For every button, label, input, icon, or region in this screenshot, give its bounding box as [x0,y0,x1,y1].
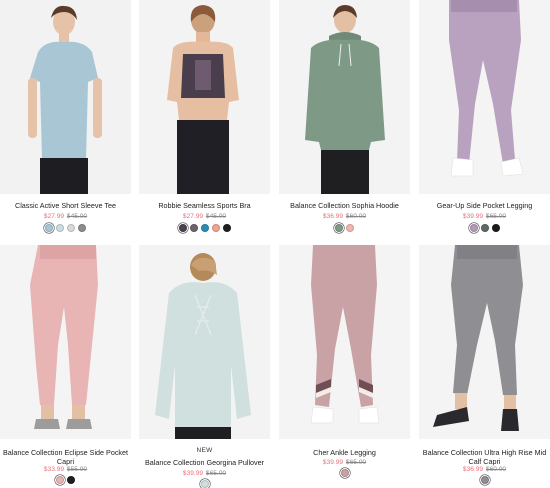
sale-price: $33.99 [43,466,65,473]
product-price: $39.99 $65.00 [279,459,410,466]
sale-price: $39.99 [182,470,204,477]
sale-price: $27.99 [182,213,204,220]
product-name[interactable]: Cher Ankle Legging [279,448,410,457]
product-name[interactable]: Balance Collection Eclipse Side Pocket C… [0,448,131,466]
color-swatch[interactable] [346,224,354,232]
sale-price: $39.99 [322,459,344,466]
color-swatches [279,469,410,477]
color-swatch[interactable] [56,224,64,232]
color-swatch[interactable] [56,476,64,484]
color-swatch[interactable] [335,224,343,232]
product-image[interactable] [279,0,410,194]
original-price: $60.00 [345,213,367,220]
color-swatch[interactable] [469,224,478,232]
original-price: $45.00 [66,213,88,220]
color-swatch[interactable] [340,469,349,477]
product-image[interactable] [419,245,550,439]
original-price: $65.00 [485,213,507,220]
sale-price: $39.99 [462,213,484,220]
color-swatch[interactable] [480,224,489,232]
color-swatch[interactable] [200,224,209,232]
product-name[interactable]: Balance Collection Ultra High Rise Mid C… [419,448,550,466]
color-swatch[interactable] [178,224,187,232]
color-swatch[interactable] [480,476,489,484]
product-image[interactable] [0,245,131,439]
original-price: $65.00 [205,470,227,477]
product-price: $33.99 $55.00 [0,466,131,473]
color-swatches [0,476,131,484]
product-image[interactable] [419,0,550,194]
color-swatches [419,476,550,484]
color-swatch[interactable] [45,224,53,232]
color-swatches [139,224,270,232]
product-name[interactable]: Gear-Up Side Pocket Legging [419,201,550,210]
color-swatch[interactable] [189,224,198,232]
color-swatch[interactable] [200,480,209,488]
color-swatches [279,224,410,232]
color-swatches [139,480,270,488]
product-image[interactable] [279,245,410,439]
product-image[interactable] [139,245,270,439]
product-price: $36.99 $60.00 [419,466,550,473]
product-price: $39.99 $65.00 [419,213,550,220]
original-price: $65.00 [345,459,367,466]
original-price: $55.00 [66,466,88,473]
sale-price: $27.99 [43,213,65,220]
product-price: $39.99 $65.00 [139,470,270,477]
color-swatch[interactable] [211,224,220,232]
color-swatch[interactable] [67,476,75,484]
new-badge: NEW [196,447,213,454]
product-name[interactable]: Balance Collection Sophia Hoodie [279,201,410,210]
sale-price: $36.99 [462,466,484,473]
original-price: $45.00 [205,213,227,220]
product-price: $36.99 $60.00 [279,213,410,220]
original-price: $60.00 [485,466,507,473]
product-name[interactable]: Balance Collection Georgina Pullover [139,458,270,467]
product-image[interactable] [139,0,270,194]
color-swatch[interactable] [67,224,75,232]
product-name[interactable]: Robbie Seamless Sports Bra [139,201,270,210]
color-swatch[interactable] [78,224,86,232]
color-swatches [0,224,131,232]
product-name[interactable]: Classic Active Short Sleeve Tee [0,201,131,210]
sale-price: $36.99 [322,213,344,220]
color-swatch[interactable] [491,224,500,232]
color-swatch[interactable] [222,224,231,232]
product-price: $27.99 $45.00 [0,213,131,220]
color-swatches [419,224,550,232]
product-image[interactable] [0,0,131,194]
product-price: $27.99 $45.00 [139,213,270,220]
